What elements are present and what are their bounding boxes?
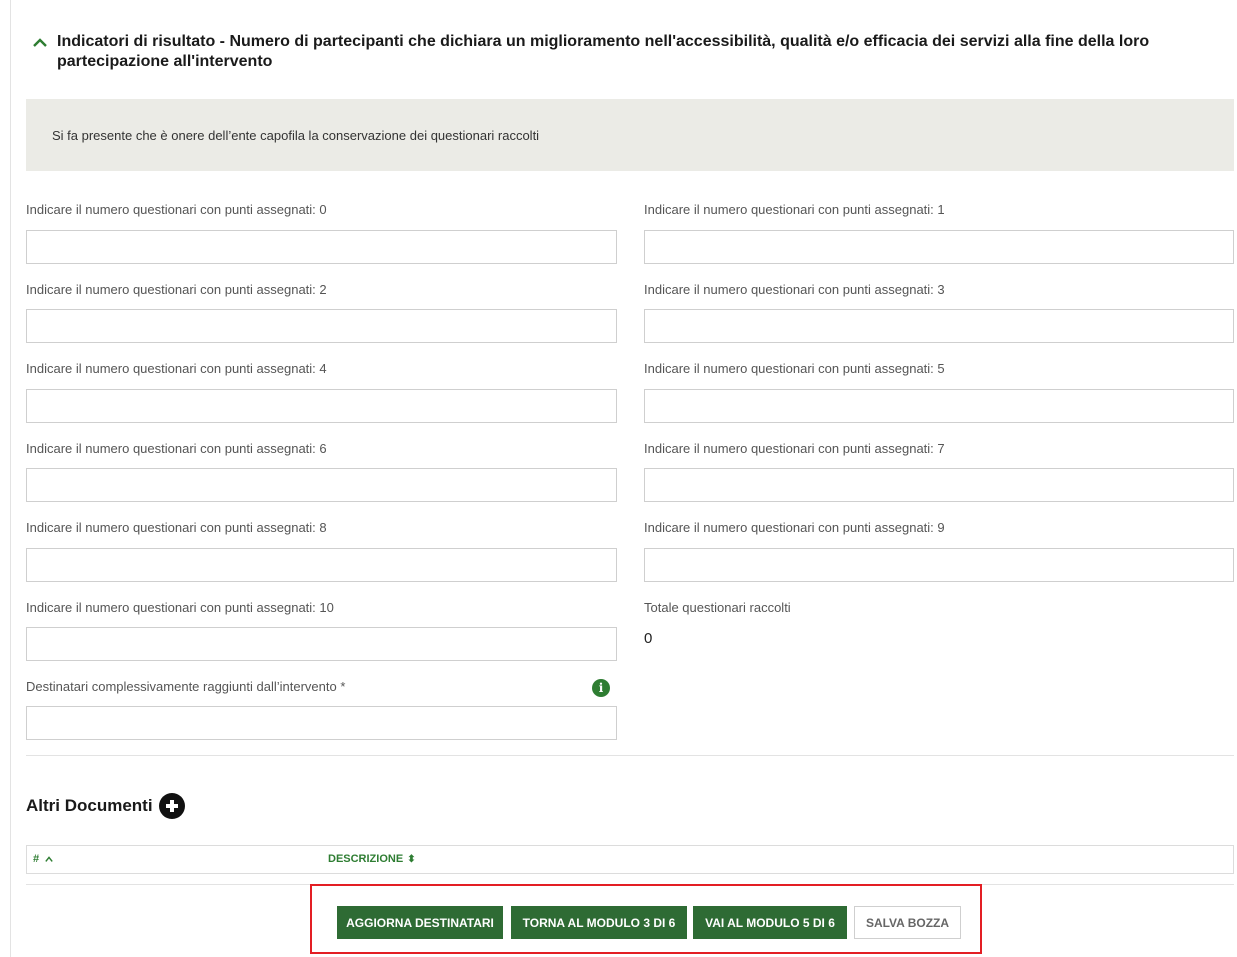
section-header[interactable]: Indicatori di risultato - Numero di part… — [31, 32, 1211, 72]
field-label-1: Indicare il numero questionari con punti… — [644, 202, 945, 217]
field-label-10: Indicare il numero questionari con punti… — [26, 600, 334, 615]
field-label-5: Indicare il numero questionari con punti… — [644, 361, 945, 376]
torna-modulo-button[interactable]: TORNA AL MODULO 3 DI 6 — [511, 906, 687, 939]
sort-asc-icon — [45, 856, 53, 862]
field-label-6: Indicare il numero questionari con punti… — [26, 441, 327, 456]
field-input-3[interactable] — [644, 309, 1234, 343]
column-header-descrizione[interactable]: DESCRIZIONE ⬍ — [328, 853, 416, 865]
field-label-4: Indicare il numero questionari con punti… — [26, 361, 327, 376]
field-label-0: Indicare il numero questionari con punti… — [26, 202, 327, 217]
altri-documenti-header: Altri Documenti — [26, 793, 185, 819]
field-label-3: Indicare il numero questionari con punti… — [644, 282, 945, 297]
field-label-7: Indicare il numero questionari con punti… — [644, 441, 945, 456]
field-input-6[interactable] — [26, 468, 617, 502]
column-hash-label: # — [33, 853, 40, 865]
vai-modulo-button[interactable]: VAI AL MODULO 5 DI 6 — [693, 906, 847, 939]
chevron-up-icon[interactable] — [31, 34, 49, 52]
field-input-4[interactable] — [26, 389, 617, 423]
field-label-8: Indicare il numero questionari con punti… — [26, 520, 327, 535]
field-input-5[interactable] — [644, 389, 1234, 423]
column-header-hash[interactable]: # — [33, 853, 53, 865]
documents-table: # DESCRIZIONE ⬍ — [26, 845, 1234, 874]
section-divider — [26, 755, 1234, 756]
notice-box: Si fa presente che è onere dell’ente cap… — [26, 99, 1234, 171]
column-descrizione-label: DESCRIZIONE — [328, 853, 404, 865]
destinatari-label: Destinatari complessivamente raggiunti d… — [26, 679, 346, 694]
totale-label: Totale questionari raccolti — [644, 600, 791, 615]
left-border — [10, 0, 11, 957]
plus-circle-icon[interactable] — [158, 793, 185, 819]
field-label-2: Indicare il numero questionari con punti… — [26, 282, 327, 297]
section-title: Indicatori di risultato - Numero di part… — [57, 33, 1150, 70]
totale-value: 0 — [644, 630, 653, 647]
notice-text: Si fa presente che è onere dell’ente cap… — [52, 127, 540, 143]
altri-documenti-title: Altri Documenti — [26, 796, 153, 815]
destinatari-input[interactable] — [26, 706, 617, 740]
salva-bozza-button[interactable]: SALVA BOZZA — [854, 906, 961, 939]
field-input-10[interactable] — [26, 627, 617, 661]
field-input-9[interactable] — [644, 548, 1234, 582]
field-input-0[interactable] — [26, 230, 617, 264]
sort-icon: ⬍ — [407, 853, 416, 865]
field-input-2[interactable] — [26, 309, 617, 343]
aggiorna-destinatari-button[interactable]: AGGIORNA DESTINATARI — [337, 906, 503, 939]
field-input-1[interactable] — [644, 230, 1234, 264]
info-icon[interactable]: i — [592, 679, 610, 697]
field-label-9: Indicare il numero questionari con punti… — [644, 520, 945, 535]
field-input-7[interactable] — [644, 468, 1234, 502]
field-input-8[interactable] — [26, 548, 617, 582]
